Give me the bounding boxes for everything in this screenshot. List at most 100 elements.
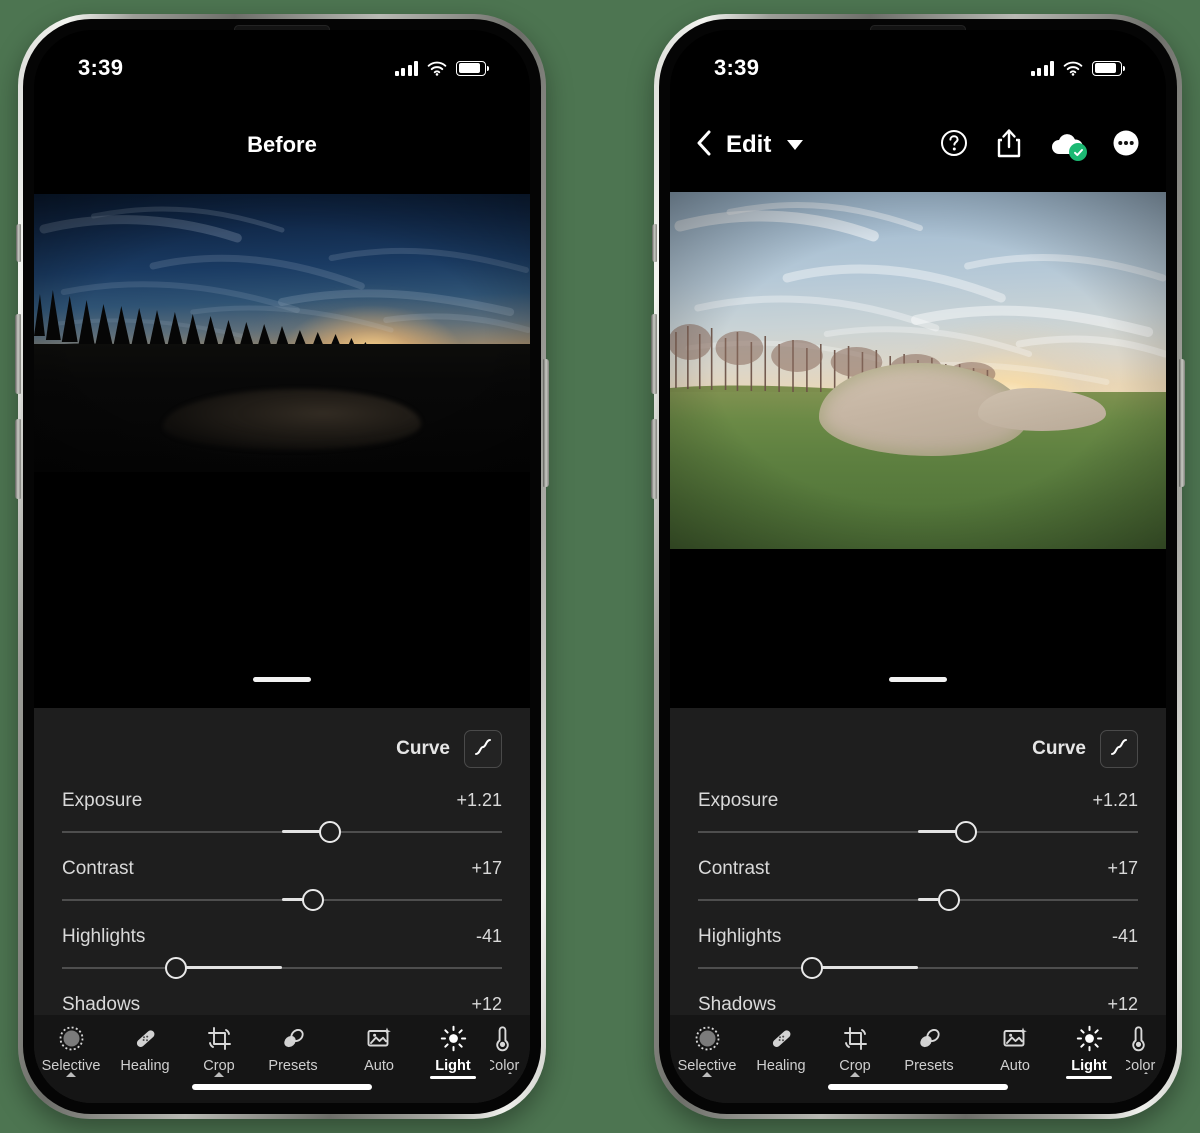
tool-label: Light xyxy=(1071,1058,1107,1074)
tool-presets[interactable]: Presets xyxy=(256,1015,330,1074)
crop-rotate-icon xyxy=(206,1023,233,1053)
phone-after: 3:39 Edit Curve Exposure +1.21 Contrast … xyxy=(651,14,1185,1119)
status-indicators xyxy=(394,60,489,76)
curve-row: Curve xyxy=(62,722,502,776)
battery-icon xyxy=(456,60,489,76)
slider-value: -41 xyxy=(1111,926,1138,946)
slider-header: Highlights -41 xyxy=(698,926,1138,948)
caret-down-icon[interactable] xyxy=(787,140,804,150)
expand-caret-icon xyxy=(505,1072,515,1074)
slider-track[interactable] xyxy=(62,956,502,980)
panel-drag-handle[interactable] xyxy=(889,677,947,682)
slider-highlights[interactable]: Highlights -41 xyxy=(698,926,1138,980)
tool-crop[interactable]: Crop xyxy=(182,1015,256,1077)
screen-after: 3:39 Edit Curve Exposure +1.21 Contrast … xyxy=(670,30,1166,1103)
tool-selective[interactable]: Selective xyxy=(34,1015,108,1077)
slider-track[interactable] xyxy=(62,820,502,844)
slider-contrast[interactable]: Contrast +17 xyxy=(62,858,502,912)
home-indicator[interactable] xyxy=(192,1084,372,1090)
light-sun-icon xyxy=(440,1023,467,1053)
status-time: 3:39 xyxy=(714,55,760,80)
slider-value: +12 xyxy=(1107,994,1138,1014)
power-button[interactable] xyxy=(1179,359,1185,487)
slider-track-line xyxy=(698,967,1138,969)
tone-curve-button[interactable] xyxy=(464,730,502,768)
tool-healing[interactable]: Healing xyxy=(108,1015,182,1074)
slider-value: +17 xyxy=(1107,858,1138,878)
slider-knob[interactable] xyxy=(301,889,324,911)
slider-track-fill xyxy=(812,966,918,969)
status-bar-after: 3:39 xyxy=(670,48,1166,88)
selective-mask-icon xyxy=(58,1023,85,1053)
mute-switch-button[interactable] xyxy=(16,224,21,262)
tool-auto[interactable]: Auto xyxy=(978,1015,1052,1074)
tool-color[interactable]: Color xyxy=(1126,1015,1166,1074)
slider-header: Shadows +12 xyxy=(698,994,1138,1016)
light-sun-icon xyxy=(1076,1023,1103,1053)
expand-caret-icon xyxy=(214,1072,224,1077)
active-tab-indicator xyxy=(1066,1076,1112,1079)
expand-caret-icon xyxy=(702,1072,712,1077)
navbar-left: Edit xyxy=(696,130,804,161)
slider-track[interactable] xyxy=(698,888,1138,912)
home-indicator[interactable] xyxy=(828,1084,1008,1090)
tool-light[interactable]: Light xyxy=(1052,1015,1126,1079)
chevron-left-icon[interactable] xyxy=(696,130,712,161)
edit-menu-label[interactable]: Edit xyxy=(726,131,771,159)
tool-presets[interactable]: Presets xyxy=(892,1015,966,1074)
check-badge-icon xyxy=(1069,143,1087,161)
photo-after[interactable] xyxy=(670,192,1166,549)
tool-label: Auto xyxy=(364,1058,394,1074)
tool-label: Healing xyxy=(120,1058,170,1074)
ellipsis-circle-icon[interactable] xyxy=(1112,129,1140,162)
tone-curve-button[interactable] xyxy=(1100,730,1138,768)
slider-contrast[interactable]: Contrast +17 xyxy=(698,858,1138,912)
cloud-sync-status[interactable] xyxy=(1050,132,1087,161)
slider-highlights[interactable]: Highlights -41 xyxy=(62,926,502,980)
color-thermometer-icon xyxy=(490,1023,516,1053)
slider-knob[interactable] xyxy=(319,821,342,843)
volume-down-button[interactable] xyxy=(15,419,21,499)
slider-knob[interactable] xyxy=(165,957,188,979)
power-button[interactable] xyxy=(543,359,549,487)
tool-healing[interactable]: Healing xyxy=(744,1015,818,1074)
slider-exposure[interactable]: Exposure +1.21 xyxy=(62,790,502,844)
crop-rotate-icon xyxy=(842,1023,869,1053)
mute-switch-button[interactable] xyxy=(652,224,657,262)
tool-crop[interactable]: Crop xyxy=(818,1015,892,1077)
question-circle-icon[interactable] xyxy=(940,129,968,162)
slider-value: -41 xyxy=(475,926,502,946)
presets-icon xyxy=(916,1023,943,1053)
tool-auto[interactable]: Auto xyxy=(342,1015,416,1074)
tool-selective[interactable]: Selective xyxy=(670,1015,744,1077)
tool-color[interactable]: Color xyxy=(490,1015,530,1074)
slider-track[interactable] xyxy=(62,888,502,912)
slider-header: Contrast +17 xyxy=(698,858,1138,880)
share-upload-icon[interactable] xyxy=(996,128,1022,163)
navbar-actions xyxy=(940,128,1140,163)
photo-before[interactable] xyxy=(34,194,530,472)
slider-label: Highlights xyxy=(62,926,146,947)
volume-down-button[interactable] xyxy=(651,419,657,499)
toolbar-right-group: Auto Light Color xyxy=(342,1015,530,1079)
tool-light[interactable]: Light xyxy=(416,1015,490,1079)
expand-caret-icon xyxy=(1141,1072,1151,1074)
screenshot-stage: 3:39 Before Curve Exposure +1.21 Contras… xyxy=(0,0,1200,1133)
tone-curve-icon xyxy=(1109,737,1129,762)
slider-label: Highlights xyxy=(698,926,782,947)
slider-knob[interactable] xyxy=(955,821,978,843)
tool-label: Presets xyxy=(904,1058,954,1074)
slider-label: Exposure xyxy=(698,790,779,811)
slider-exposure[interactable]: Exposure +1.21 xyxy=(698,790,1138,844)
volume-up-button[interactable] xyxy=(15,314,21,394)
slider-value: +1.21 xyxy=(456,790,502,810)
volume-up-button[interactable] xyxy=(651,314,657,394)
slider-knob[interactable] xyxy=(937,889,960,911)
slider-track[interactable] xyxy=(698,956,1138,980)
healing-bandage-icon xyxy=(132,1023,159,1053)
phone-bezel-before: 3:39 Before Curve Exposure +1.21 Contras… xyxy=(23,19,541,1114)
phone-bezel-after: 3:39 Edit Curve Exposure +1.21 Contrast … xyxy=(659,19,1177,1114)
slider-track[interactable] xyxy=(698,820,1138,844)
panel-drag-handle[interactable] xyxy=(253,677,311,682)
slider-knob[interactable] xyxy=(801,957,824,979)
